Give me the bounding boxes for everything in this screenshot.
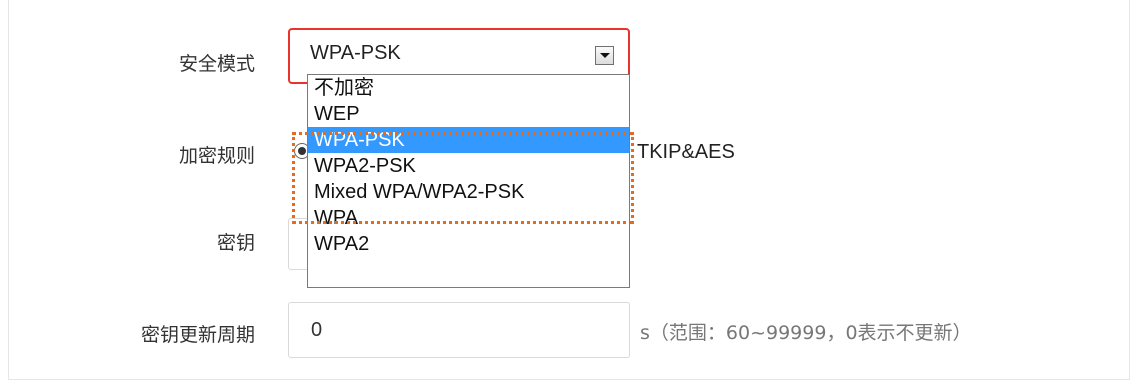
option-wpa[interactable]: WPA — [308, 205, 629, 231]
encryption-rule-option-text: TKIP&AES — [637, 141, 735, 163]
option-none[interactable]: 不加密 — [308, 75, 629, 101]
option-wpa-psk[interactable]: WPA-PSK — [308, 127, 629, 153]
encryption-rule-label: 加密规则 — [178, 145, 255, 167]
security-mode-options-list[interactable]: 不加密 WEP WPA-PSK WPA2-PSK Mixed WPA/WPA2-… — [307, 74, 630, 288]
option-mixed-wpa-wpa2-psk[interactable]: Mixed WPA/WPA2-PSK — [308, 179, 629, 205]
key-update-period-input[interactable]: 0 — [288, 302, 630, 358]
option-wpa2-psk[interactable]: WPA2-PSK — [308, 153, 629, 179]
key-update-period-label: 密钥更新周期 — [140, 324, 255, 346]
key-update-period-hint: s（范围：60~99999，0表示不更新） — [640, 322, 972, 344]
key-label: 密钥 — [216, 232, 255, 254]
option-wpa2[interactable]: WPA2 — [308, 231, 629, 257]
security-mode-value: WPA-PSK — [310, 42, 401, 64]
option-wep[interactable]: WEP — [308, 101, 629, 127]
chevron-down-icon[interactable] — [595, 46, 614, 65]
security-mode-label: 安全模式 — [178, 53, 255, 75]
